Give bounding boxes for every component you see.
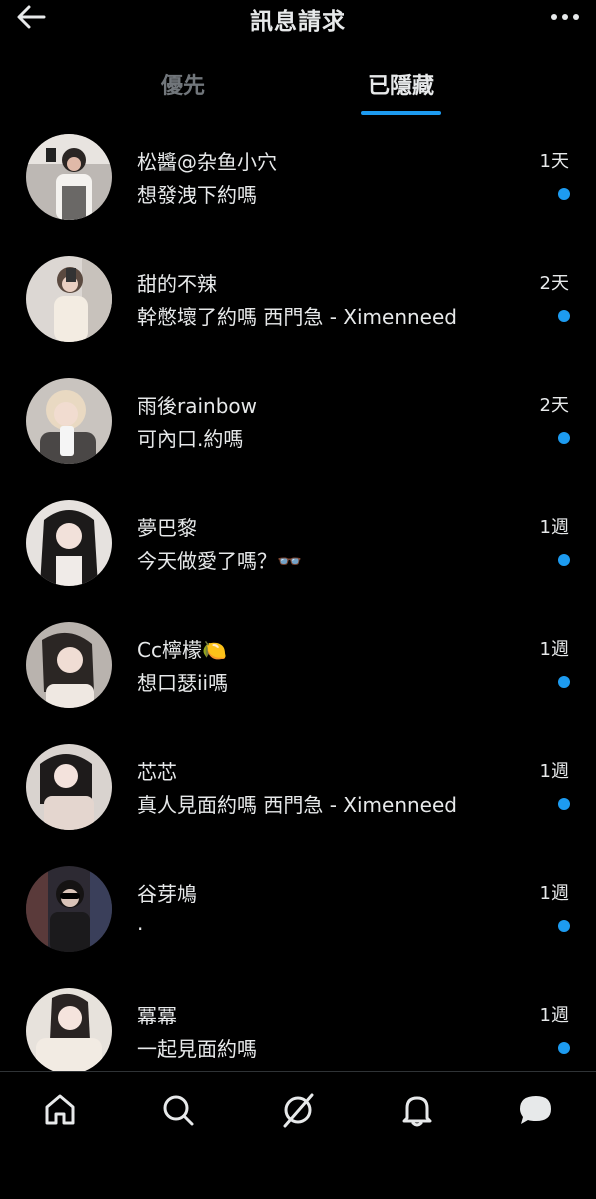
home-icon (45, 1094, 75, 1125)
messages-icon (520, 1096, 551, 1124)
timestamp: 2天 (539, 395, 569, 416)
timestamp: 1週 (539, 639, 569, 660)
sender-name: 松醬@杂鱼小穴 (137, 150, 277, 174)
sender-name: 芯芯 (137, 760, 177, 784)
timestamp: 1週 (539, 517, 569, 538)
unread-dot (558, 310, 570, 322)
bell-icon (402, 1096, 432, 1127)
timestamp: 1週 (539, 761, 569, 782)
timestamp: 1週 (539, 1005, 569, 1026)
nav-home-button[interactable] (40, 1090, 80, 1130)
unread-dot (558, 432, 570, 444)
message-preview: 可內口.約嗎 (137, 427, 244, 451)
avatar (26, 500, 112, 586)
nav-messages-button[interactable] (516, 1090, 556, 1130)
avatar (26, 866, 112, 952)
avatar (26, 134, 112, 220)
top-bar: 訊息請求 (0, 0, 596, 40)
timestamp: 1天 (539, 151, 569, 172)
avatar (26, 378, 112, 464)
nav-grok-button[interactable] (278, 1090, 318, 1130)
message-preview: 想發洩下約嗎 (137, 183, 257, 207)
active-tab-indicator (361, 111, 441, 115)
list-item[interactable]: 雨後rainbow 可內口.約嗎 2天 (0, 366, 596, 476)
nav-search-button[interactable] (158, 1090, 198, 1130)
timestamp: 2天 (539, 273, 569, 294)
sender-name: 甜的不辣 (137, 272, 217, 296)
bottom-navigation (0, 1071, 596, 1199)
list-item[interactable]: 冪冪 一起見面約嗎 1週 (0, 976, 596, 1086)
avatar (26, 622, 112, 708)
nav-notifications-button[interactable] (397, 1090, 437, 1130)
tab-bar: 優先 已隱藏 (0, 52, 596, 120)
message-requests-screen: 訊息請求 優先 已隱藏 松醬@杂鱼小穴 想發洩下約嗎 1天 甜的不辣 幹憋壞了約… (0, 0, 596, 1199)
unread-dot (558, 554, 570, 566)
unread-dot (558, 920, 570, 932)
list-item[interactable]: 夢巴黎 今天做愛了嗎？👓 1週 (0, 488, 596, 598)
avatar (26, 988, 112, 1074)
more-horizontal-icon (551, 14, 579, 20)
unread-dot (558, 188, 570, 200)
sender-name: 谷芽鳩 (137, 882, 197, 906)
avatar (26, 744, 112, 830)
search-icon (163, 1095, 194, 1126)
unread-dot (558, 676, 570, 688)
page-title: 訊息請求 (250, 9, 346, 35)
message-preview: 想口瑟ii嗎 (137, 671, 229, 695)
timestamp: 1週 (539, 883, 569, 904)
list-item[interactable]: 松醬@杂鱼小穴 想發洩下約嗎 1天 (0, 122, 596, 232)
sender-name: Cc檸檬🍋 (137, 638, 227, 662)
sender-name: 雨後rainbow (137, 394, 257, 418)
message-preview: 一起見面約嗎 (137, 1037, 257, 1061)
grok-icon (283, 1093, 314, 1128)
message-preview: 今天做愛了嗎？👓 (137, 549, 302, 573)
unread-dot (558, 798, 570, 810)
list-item[interactable]: 芯芯 真人見面約嗎 西門急 - Ximenneed 1週 (0, 732, 596, 842)
unread-dot (558, 1042, 570, 1054)
sender-name: 冪冪 (137, 1004, 177, 1028)
sender-name: 夢巴黎 (137, 516, 197, 540)
tab-hidden[interactable]: 已隱藏 (356, 68, 446, 100)
list-item[interactable]: 甜的不辣 幹憋壞了約嗎 西門急 - Ximenneed 2天 (0, 244, 596, 354)
message-preview: . (137, 911, 144, 935)
tab-priority[interactable]: 優先 (140, 68, 226, 100)
message-preview: 真人見面約嗎 西門急 - Ximenneed (137, 793, 457, 817)
list-item[interactable]: Cc檸檬🍋 想口瑟ii嗎 1週 (0, 610, 596, 720)
list-item[interactable]: 谷芽鳩 . 1週 (0, 854, 596, 964)
avatar (26, 256, 112, 342)
message-preview: 幹憋壞了約嗎 西門急 - Ximenneed (137, 305, 457, 329)
more-options-button[interactable] (548, 4, 582, 30)
